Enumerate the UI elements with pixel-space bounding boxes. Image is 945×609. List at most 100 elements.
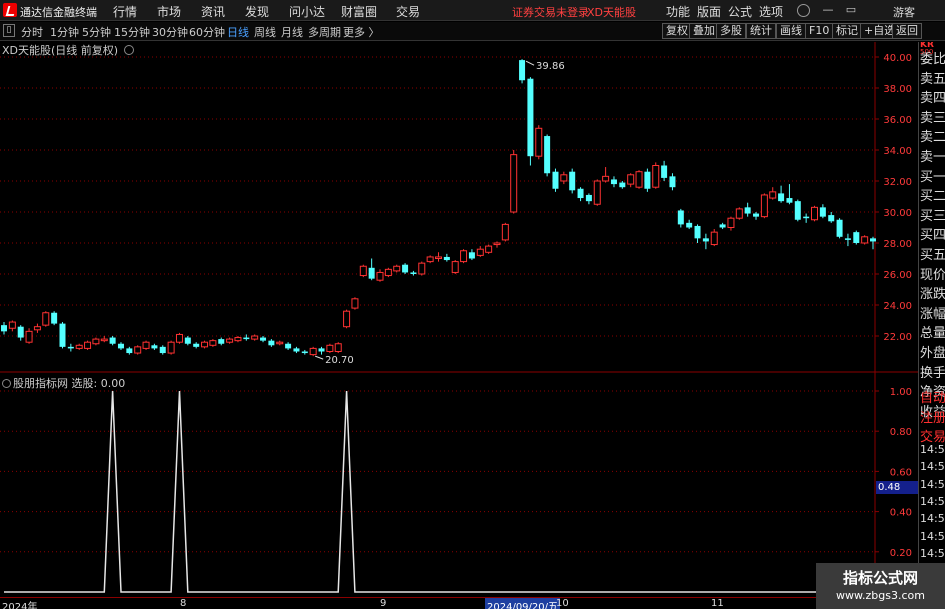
- candle-body-down: [301, 351, 308, 354]
- candle-body-up: [226, 338, 234, 343]
- candle-body-down: [577, 188, 584, 199]
- candle-body-up: [560, 174, 568, 182]
- candle-body-up: [627, 174, 635, 185]
- side-panel-label: 14:56: [920, 443, 945, 456]
- side-panel-label: 买四: [920, 228, 945, 244]
- price-axis-label: 40.00: [883, 53, 912, 64]
- candle-body-down: [59, 323, 66, 347]
- side-panel-label: 外盘: [920, 346, 945, 361]
- candle-body-up: [100, 338, 108, 342]
- candle-body-down: [803, 216, 810, 219]
- candle-body-down: [159, 346, 166, 354]
- candle-body-down: [519, 60, 526, 81]
- candle-body-up: [84, 341, 92, 349]
- candle-body-up: [493, 242, 501, 246]
- side-panel-label: 14:56: [920, 546, 945, 560]
- candle-body-up: [393, 265, 401, 272]
- indicator-line: [4, 390, 873, 593]
- candle-body-up: [309, 347, 317, 356]
- indicator-title: 股朋指标网 选股: 0.00: [13, 377, 126, 390]
- side-panel-label[interactable]: 注册: [920, 407, 945, 426]
- min-price-pointer: [314, 355, 324, 360]
- candle-body-down: [719, 224, 726, 228]
- candle-body-up: [602, 175, 610, 182]
- candle-body-down: [151, 345, 158, 349]
- candle-body-up: [25, 330, 33, 343]
- kline-chart[interactable]: 40.00 38.00 36.00 34.00 32.00 30.00 28.00 26.00…: [0, 0, 945, 609]
- candle-body-up: [134, 346, 142, 354]
- candle-body-down: [544, 136, 551, 174]
- candle-body-down: [836, 219, 843, 237]
- candle-body-down: [293, 348, 300, 352]
- candle-body-up: [334, 343, 342, 352]
- candle-body-up: [635, 171, 643, 188]
- candle-body-up: [251, 335, 259, 340]
- candle-body-up: [451, 261, 459, 273]
- side-panel-label[interactable]: 自动: [920, 387, 945, 406]
- candle-body-up: [476, 248, 484, 256]
- candle-body-up: [652, 165, 660, 188]
- date-tick: 2024年: [2, 602, 38, 609]
- candle-body-up: [501, 223, 509, 241]
- date-tick: 10: [556, 598, 569, 609]
- candle-body-down: [702, 238, 709, 242]
- candle-body-down: [694, 225, 701, 239]
- candle-body-up: [735, 208, 743, 219]
- candle-body-up: [510, 154, 518, 213]
- price-axis-label: 24.00: [883, 301, 912, 312]
- side-panel-label: 买三: [920, 208, 945, 224]
- side-panel-label: 买五: [920, 248, 945, 263]
- price-axis-label: 32.00: [883, 177, 912, 188]
- candle-body-up: [435, 256, 442, 260]
- candle-body-down: [410, 272, 417, 274]
- candle-body-down: [744, 207, 751, 214]
- candle-body-up: [710, 231, 718, 246]
- date-tick: 11: [711, 598, 724, 609]
- candle-body-up: [426, 256, 434, 263]
- candle-body-up: [351, 298, 359, 309]
- candle-body-down: [1, 325, 7, 332]
- candle-body-up: [384, 268, 392, 277]
- candle-body-down: [786, 198, 793, 203]
- candle-body-up: [209, 340, 217, 346]
- max-price-pointer: [525, 60, 535, 66]
- settings-icon[interactable]: [124, 45, 135, 55]
- side-panel-label: 卖二: [920, 130, 945, 146]
- side-panel-label: 卖三: [920, 110, 945, 126]
- candle-body-up: [326, 344, 334, 352]
- candle-body-up: [769, 191, 777, 199]
- candle-body-down: [552, 171, 559, 189]
- candle-body-down: [67, 346, 74, 349]
- candle-body-up: [418, 262, 426, 275]
- candle-body-down: [844, 238, 851, 240]
- watermark-title: 指标公式网: [842, 569, 918, 587]
- min-price-label: 20.70: [325, 355, 354, 366]
- price-axis-label: 30.00: [883, 208, 912, 219]
- side-panel-label: 换手: [920, 365, 945, 381]
- indicator-toggle-icon[interactable]: [2, 379, 11, 388]
- candle-body-down: [285, 343, 292, 349]
- candle-body-down: [661, 165, 668, 178]
- candle-body-down: [610, 179, 617, 185]
- side-panel-label: 卖一: [920, 150, 945, 165]
- side-panel-label: 涨跌: [920, 287, 945, 303]
- indicator-axis-label: 0.60: [890, 467, 912, 478]
- side-panel-label: 买二: [920, 189, 945, 205]
- side-panel-label: 14:56: [920, 460, 945, 474]
- candle-body-up: [175, 333, 183, 343]
- candle-body-down: [268, 340, 275, 346]
- candle-body-down: [51, 312, 58, 324]
- candle-body-up: [33, 326, 41, 331]
- indicator-axis-label: 0.20: [890, 548, 912, 559]
- date-cursor-label: 2024/09/20/五: [485, 598, 561, 609]
- side-panel-label: 14:56: [920, 529, 945, 543]
- chart-title: XD天能股(日线 前复权): [2, 44, 119, 57]
- candle-body-down: [753, 213, 760, 217]
- candle-body-down: [218, 339, 225, 344]
- candle-body-down: [686, 222, 693, 228]
- quote-side-panel: KR 500 委比 卖五 卖四 卖三 卖二 卖一 买一 买二 买三 买四 买五 现价 涨跌 涨幅 总量 外盘换…: [918, 42, 945, 609]
- candle-body-down: [368, 267, 375, 279]
- price-axis-label: 36.00: [883, 115, 912, 126]
- candle-body-down: [794, 201, 801, 220]
- candle-body-up: [811, 206, 819, 221]
